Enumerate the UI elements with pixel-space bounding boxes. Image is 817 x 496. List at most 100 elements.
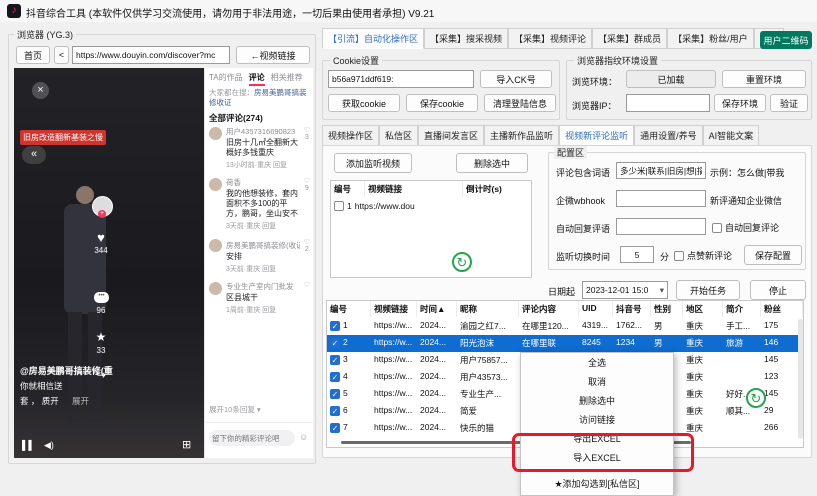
save-env-button[interactable]: 保存环境	[714, 94, 766, 112]
monitor-list[interactable]: 编号 视频链接 倒计时(s) 1 https://www.dou	[330, 180, 532, 278]
wbhook-input[interactable]	[616, 190, 706, 207]
mid-tab-主播新作品监听[interactable]: 主播新作品监听	[484, 125, 559, 146]
comment-meta: 1周前·重庆 回复	[226, 305, 300, 315]
start-task-button[interactable]: 开始任务	[676, 280, 740, 300]
mid-tab-通用设置/养号[interactable]: 通用设置/养号	[634, 125, 703, 146]
row-checkbox[interactable]: ✓	[330, 355, 340, 365]
auto-reply-input[interactable]	[616, 218, 706, 235]
search-suggestion[interactable]: 大家都在搜：房易美鹏哥搞装修收证	[209, 88, 309, 108]
save-cookie-button[interactable]: 保存cookie	[406, 94, 478, 112]
pause-icon[interactable]: ▌▌	[22, 440, 35, 450]
table-cell: 2024...	[417, 352, 457, 368]
close-icon[interactable]: ×	[32, 82, 49, 99]
refresh-icon[interactable]: ↻	[452, 252, 472, 272]
video-link-button[interactable]: ←视频链接	[236, 46, 310, 64]
emoji-icon[interactable]: ☺	[299, 432, 308, 442]
menu-item-访问链接[interactable]: 访问链接	[521, 410, 673, 429]
menu-item-取消[interactable]: 取消	[521, 372, 673, 391]
expand-replies-button[interactable]: 展开10条回复 ▾	[209, 404, 261, 415]
video-player[interactable]: × « 旧房改造翻新基装之慢 + ♥ 344 ••• 96 ★ 33 ↪ @房易…	[14, 68, 204, 458]
comment-icon[interactable]: •••	[94, 292, 109, 303]
comment-item: 房易美鹏哥搞装修(收证)作者安排3天前·重庆 回复♡2	[209, 238, 310, 274]
clear-login-button[interactable]: 清理登陆信息	[484, 94, 556, 112]
stop-button[interactable]: 停止	[750, 280, 806, 300]
comment-item: 专业生产室内门批发区县城干1周前·重庆 回复♡	[209, 281, 310, 315]
row-checkbox[interactable]: ✓	[330, 372, 340, 382]
row-checkbox[interactable]: ✓	[330, 423, 340, 433]
reset-env-button[interactable]: 重置环境	[722, 70, 806, 88]
table-cell: https://w...	[371, 420, 417, 436]
comment-input[interactable]	[209, 430, 295, 446]
add-monitor-video-button[interactable]: 添加监听视频	[334, 153, 412, 173]
volume-icon[interactable]: ◀)	[44, 440, 54, 451]
caption-handle[interactable]: @房易美鹏哥搞装修(重	[20, 364, 113, 377]
menu-item-删除选中[interactable]: 删除选中	[521, 391, 673, 410]
mid-tab-视频新评论监听[interactable]: 视频新评论监听	[559, 125, 634, 146]
fullscreen-grid-icon[interactable]: ⊞	[182, 438, 191, 451]
like-icon: ♡	[304, 281, 310, 315]
table-cell	[723, 420, 761, 436]
row-checkbox[interactable]: ✓	[330, 321, 340, 331]
switch-time-input[interactable]	[620, 246, 654, 263]
table-cell: https://w...	[371, 335, 417, 351]
wbhook-hint: 新评通知企业微信	[710, 194, 782, 207]
auto-reply-checkbox[interactable]: 自动回复评论	[712, 221, 779, 234]
menu-item-导入EXCEL[interactable]: 导入EXCEL	[521, 448, 673, 467]
title-bar: ♪ 抖音综合工具 (本软件仅供学习交流使用，请勿用于非法用途，一切后果由使用者承…	[0, 0, 817, 22]
user-qrcode-button[interactable]: 用户二维码	[760, 31, 812, 49]
column-header[interactable]: 时间▲	[417, 301, 457, 317]
keyword-input[interactable]	[616, 162, 706, 179]
top-tab-【采集】搜采视频[interactable]: 【采集】搜采视频	[424, 28, 508, 49]
mid-tab-视频操作区[interactable]: 视频操作区	[322, 125, 379, 146]
row-checkbox[interactable]: ✓	[330, 338, 340, 348]
table-cell: 用户75857...	[457, 352, 519, 368]
save-config-button[interactable]: 保存配置	[744, 245, 802, 265]
top-tab-【采集】视频评论[interactable]: 【采集】视频评论	[508, 28, 592, 49]
vertical-scrollbar[interactable]	[798, 319, 803, 439]
date-select[interactable]: 2023-12-01 15:0 ▾	[582, 281, 668, 299]
monitor-row[interactable]: 1 https://www.dou	[334, 201, 415, 211]
menu-item-add-to-private[interactable]: ★添加勾选到[私信区]	[521, 472, 673, 495]
top-tab-【采集】粉丝/用户[interactable]: 【采集】粉丝/用户	[667, 28, 754, 49]
row-checkbox[interactable]: ✓	[330, 389, 340, 399]
star-icon[interactable]: ★	[90, 330, 112, 344]
tab-comments[interactable]: 评论	[249, 72, 265, 86]
table-row[interactable]: ✓1https://w...2024...渝园之红7...在哪里120...43…	[327, 318, 803, 335]
row-checkbox[interactable]: ✓	[330, 406, 340, 416]
table-row[interactable]: ✓2https://w...2024...阳光泡沫在哪里联82451234男重庆…	[327, 335, 803, 352]
home-button[interactable]: 首页	[16, 46, 50, 64]
delete-selected-button[interactable]: 删除选中	[456, 153, 528, 173]
url-input[interactable]	[72, 46, 230, 64]
mid-tab-AI智能文案[interactable]: AI智能文案	[703, 125, 760, 146]
refresh-icon[interactable]: ↻	[746, 388, 766, 408]
monitor-row-checkbox[interactable]	[334, 201, 344, 211]
verify-button[interactable]: 验证	[770, 94, 808, 112]
menu-item-导出EXCEL[interactable]: 导出EXCEL	[521, 429, 673, 448]
caption-expand-button[interactable]: 展开	[72, 395, 89, 407]
auto-reply-checkbox-box[interactable]	[712, 223, 722, 233]
prev-video-icon[interactable]: «	[22, 146, 46, 164]
tab-ta-works[interactable]: TA的作品	[209, 72, 243, 86]
column-header: 性别	[651, 301, 683, 317]
follow-plus-icon[interactable]: +	[98, 210, 106, 218]
get-cookie-button[interactable]: 获取cookie	[328, 94, 400, 112]
ck-input[interactable]	[328, 70, 474, 88]
top-tab-【采集】群成员[interactable]: 【采集】群成员	[592, 28, 667, 49]
top-tab-【引流】自动化操作区[interactable]: 【引流】自动化操作区	[322, 28, 424, 49]
mid-tab-直播间发言区[interactable]: 直播间发言区	[418, 125, 484, 146]
browser-ip-input[interactable]	[626, 94, 710, 112]
like-icon[interactable]: ♥	[90, 230, 112, 245]
table-cell: ✓7	[327, 420, 371, 436]
env-status-label: 浏览环境：	[572, 75, 617, 88]
mid-tab-私信区[interactable]: 私信区	[379, 125, 418, 146]
table-cell: 145	[761, 352, 803, 368]
menu-item-全选[interactable]: 全选	[521, 353, 673, 372]
like-new-comment-checkbox-box[interactable]	[674, 251, 684, 261]
import-ck-button[interactable]: 导入CK号	[480, 70, 552, 88]
tab-related[interactable]: 相关推荐	[271, 72, 303, 86]
like-new-comment-checkbox[interactable]: 点赞新评论	[674, 249, 732, 262]
table-cell: 1234	[613, 335, 651, 351]
back-button[interactable]: <	[54, 46, 69, 64]
keyword-hint: 示例：怎么做|带我	[710, 166, 784, 179]
table-cell: 29	[761, 403, 803, 419]
